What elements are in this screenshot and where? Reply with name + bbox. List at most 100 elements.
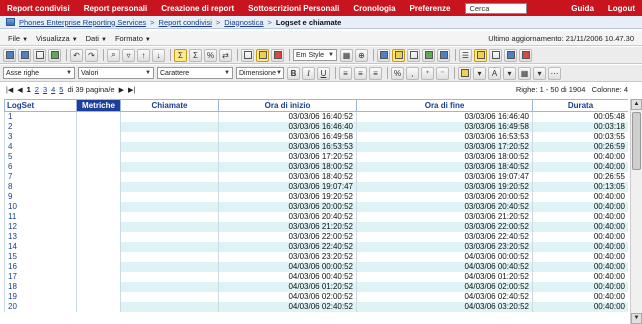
scroll-thumb[interactable]: [632, 112, 641, 170]
page-link[interactable]: 5: [59, 85, 63, 94]
bold-icon[interactable]: B: [287, 66, 300, 80]
thousands-separator-icon[interactable]: ,: [406, 66, 419, 80]
nav-guida[interactable]: Guida: [564, 4, 601, 13]
undo-icon[interactable]: ↶: [70, 48, 83, 62]
align-left-icon[interactable]: ≡: [339, 66, 352, 80]
vertical-scrollbar[interactable]: ▲ ▼: [630, 99, 642, 324]
sort-ascending-icon[interactable]: ↑: [137, 48, 150, 62]
next-page-icon[interactable]: ▶: [119, 86, 124, 94]
nav-cronologia[interactable]: Cronologia: [346, 4, 402, 13]
pivot-icon[interactable]: ⇄: [219, 48, 232, 62]
header-logset[interactable]: LogSet: [4, 99, 77, 112]
grid-view-icon[interactable]: [241, 48, 254, 62]
cell-logset[interactable]: 19: [4, 291, 77, 302]
cell-logset[interactable]: 14: [4, 241, 77, 252]
header-durata[interactable]: Durata: [532, 99, 628, 112]
size-select[interactable]: Dimensione ▼: [236, 67, 284, 79]
font-select[interactable]: Carattere ▼: [157, 67, 233, 79]
cell-logset[interactable]: 17: [4, 271, 77, 282]
graph-view-icon[interactable]: [271, 48, 284, 62]
nav-creazione-report[interactable]: Creazione di report: [154, 4, 241, 13]
cell-logset[interactable]: 4: [4, 141, 77, 152]
cell-logset[interactable]: 2: [4, 121, 77, 132]
more-options-icon[interactable]: ⋯: [548, 66, 561, 80]
cell-logset[interactable]: 16: [4, 261, 77, 272]
underline-icon[interactable]: U: [317, 66, 330, 80]
percent-icon[interactable]: %: [204, 48, 217, 62]
grid-graph-view-icon[interactable]: [256, 48, 269, 62]
cell-logset[interactable]: 18: [4, 281, 77, 292]
nav-sottoscrizioni[interactable]: Sottoscrizioni Personali: [241, 4, 346, 13]
fill-color-icon[interactable]: [458, 66, 471, 80]
align-right-icon[interactable]: ≡: [369, 66, 382, 80]
last-page-icon[interactable]: ▶|: [128, 86, 135, 94]
sum-icon[interactable]: Σ: [174, 48, 187, 62]
nav-preferenze[interactable]: Preferenze: [403, 4, 458, 13]
cell-logset[interactable]: 15: [4, 251, 77, 262]
page-link[interactable]: 4: [51, 85, 55, 94]
object-browser-icon[interactable]: [504, 48, 517, 62]
auto-style-icon[interactable]: ▦: [340, 48, 353, 62]
cell-logset[interactable]: 5: [4, 151, 77, 162]
home-icon[interactable]: [3, 48, 16, 62]
menu-dati[interactable]: Dati ▼: [82, 34, 111, 43]
page-link[interactable]: 2: [35, 85, 39, 94]
cell-logset[interactable]: 8: [4, 181, 77, 192]
cell-logset[interactable]: 13: [4, 231, 77, 242]
cell-logset[interactable]: 7: [4, 171, 77, 182]
subtotal-icon[interactable]: Σ: [189, 48, 202, 62]
sort-descending-icon[interactable]: ↓: [152, 48, 165, 62]
header-ora-inizio[interactable]: Ora di inizio: [218, 99, 357, 112]
scroll-down-icon[interactable]: ▼: [631, 313, 642, 324]
nav-report-personali[interactable]: Report personali: [77, 4, 155, 13]
nav-logout[interactable]: Logout: [601, 4, 642, 13]
axis-select[interactable]: Asse righe ▼: [3, 67, 75, 79]
previous-page-icon[interactable]: ◀: [17, 86, 22, 94]
decrease-decimal-icon[interactable]: ⁻: [436, 66, 449, 80]
align-center-icon[interactable]: ≡: [354, 66, 367, 80]
layout-d-icon[interactable]: [422, 48, 435, 62]
cell-logset[interactable]: 10: [4, 201, 77, 212]
export-icon[interactable]: [48, 48, 61, 62]
outline-icon[interactable]: ☰: [459, 48, 472, 62]
style-select[interactable]: Em Style ▼: [293, 49, 337, 61]
cell-logset[interactable]: 11: [4, 211, 77, 222]
show-prompt-icon[interactable]: [474, 48, 487, 62]
menu-file[interactable]: File ▼: [4, 34, 32, 43]
font-color-icon[interactable]: A: [488, 66, 501, 80]
find-icon[interactable]: ⌕: [107, 48, 120, 62]
layout-e-icon[interactable]: [437, 48, 450, 62]
filter-icon[interactable]: ▿: [122, 48, 135, 62]
breadcrumb-link-root[interactable]: Phones Enterprise Reporting Services: [19, 18, 146, 27]
increase-decimal-icon[interactable]: ⁺: [421, 66, 434, 80]
cell-logset[interactable]: 20: [4, 301, 77, 312]
scroll-up-icon[interactable]: ▲: [631, 99, 642, 110]
cell-logset[interactable]: 1: [4, 111, 77, 122]
font-color-dropdown-icon[interactable]: ▾: [503, 66, 516, 80]
header-metriche[interactable]: Metriche: [76, 99, 121, 112]
page-by-icon[interactable]: [489, 48, 502, 62]
zoom-icon[interactable]: ⊕: [355, 48, 368, 62]
cell-logset[interactable]: 3: [4, 131, 77, 142]
nav-report-condivisi[interactable]: Report condivisi: [0, 4, 77, 13]
chart-icon[interactable]: [519, 48, 532, 62]
save-icon[interactable]: [18, 48, 31, 62]
search-input[interactable]: Cerca: [465, 2, 528, 14]
header-ora-fine[interactable]: Ora di fine: [356, 99, 533, 112]
first-page-icon[interactable]: |◀: [6, 86, 13, 94]
cell-logset[interactable]: 6: [4, 161, 77, 172]
breadcrumb-link-condivisi[interactable]: Report condivisi: [159, 18, 212, 27]
print-icon[interactable]: [33, 48, 46, 62]
italic-icon[interactable]: I: [302, 66, 315, 80]
header-chiamate[interactable]: Chiamate: [120, 99, 219, 112]
layout-a-icon[interactable]: [377, 48, 390, 62]
borders-icon[interactable]: ▦: [518, 66, 531, 80]
page-link[interactable]: 3: [43, 85, 47, 94]
breadcrumb-link-diagnostica[interactable]: Diagnostica: [224, 18, 263, 27]
menu-formato[interactable]: Formato ▼: [111, 34, 155, 43]
menu-visualizza[interactable]: Visualizza ▼: [32, 34, 82, 43]
cell-logset[interactable]: 12: [4, 221, 77, 232]
layout-b-icon[interactable]: [392, 48, 405, 62]
line-color-icon[interactable]: ▾: [473, 66, 486, 80]
cell-logset[interactable]: 9: [4, 191, 77, 202]
